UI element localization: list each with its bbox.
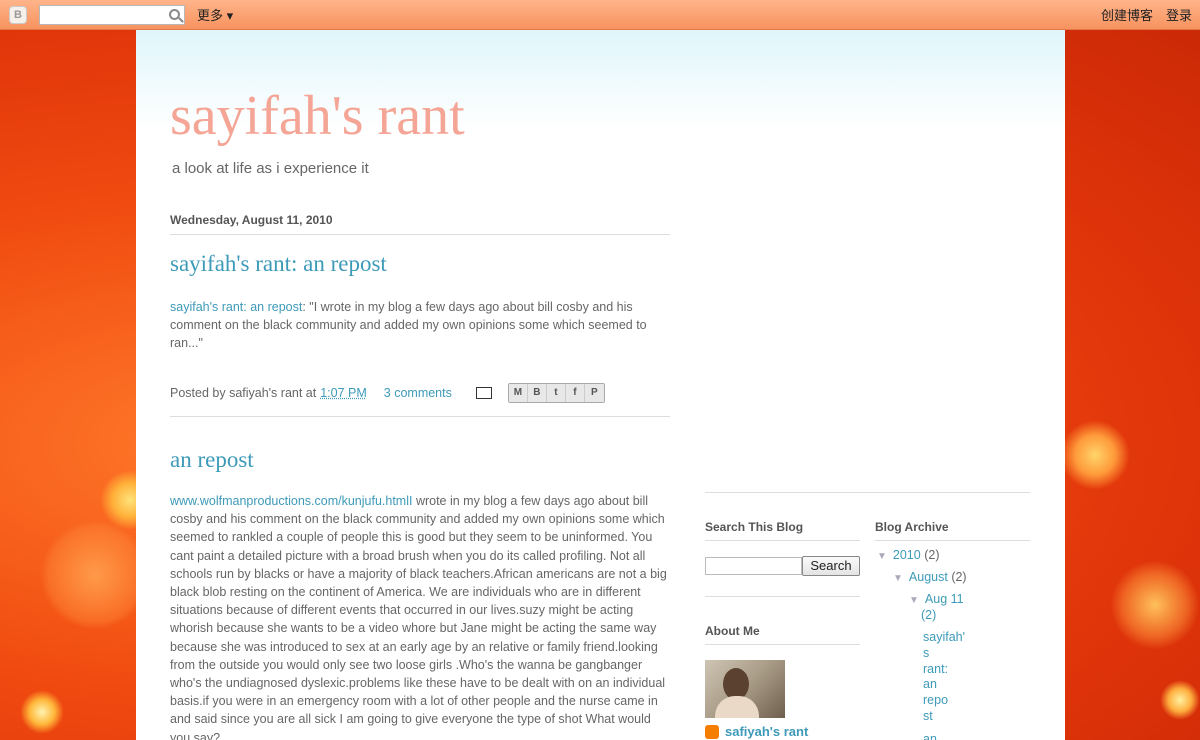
bokeh-light [40,520,150,630]
sidebar-search-input[interactable] [705,557,802,575]
bokeh-light [20,690,64,734]
twitter-share-icon[interactable]: t [546,383,566,402]
post-body-link[interactable]: sayifah's rant: an repost [170,300,302,314]
blog-content: sayifah's rant a look at life as i exper… [136,30,1065,740]
top-navbar: B 更多 ▾ 创建博客 登录 [0,0,1200,30]
archive-day-label[interactable]: Aug 11 [925,592,964,606]
sidebar-divider [705,492,1030,493]
archive-year-label[interactable]: 2010 [893,548,921,562]
bokeh-light [1110,560,1200,650]
avatar-body [715,696,759,718]
bokeh-light [1060,420,1130,490]
blog-title[interactable]: sayifah's rant [170,84,465,148]
post-time-link[interactable]: 1:07 PM [320,386,367,400]
email-share-icon[interactable]: M [508,383,528,402]
search-button[interactable]: Search [802,556,860,576]
archive-post-line[interactable]: repo [923,693,965,709]
posted-by-label: Posted by safiyah's rant at [170,385,317,400]
archive-post-link-2[interactable]: an [923,732,937,740]
blog-description: a look at life as i experience it [172,160,369,177]
archive-month[interactable]: ▼ August (2) [893,570,967,584]
archive-year-count: (2) [924,548,940,562]
post-title[interactable]: an repost [170,447,670,473]
search-widget-title: Search This Blog [705,520,860,541]
archive-day[interactable]: ▼ Aug 11 [909,592,964,606]
archive-month-label[interactable]: August [909,570,948,584]
post-body-link[interactable]: www.wolfmanproductions.com/kunjufu.htmlI [170,494,412,508]
archive-day-count: (2) [921,608,937,622]
share-buttons: M B t f P [507,382,605,403]
date-header: Wednesday, August 11, 2010 [170,213,670,235]
archive-post-line[interactable]: an [923,677,965,693]
archive-post-line[interactable]: rant: [923,662,965,678]
pinterest-share-icon[interactable]: P [584,383,604,402]
navbar-search-input[interactable] [39,4,185,25]
archive-post-link[interactable]: sayifah' s rant: an repo st [923,630,965,725]
bokeh-light [1160,680,1200,720]
blogger-logo-icon[interactable]: B [9,5,27,24]
triangle-down-icon[interactable]: ▼ [877,551,887,562]
archive-year[interactable]: ▼ 2010 (2) [877,548,939,562]
post-title[interactable]: sayifah's rant: an repost [170,251,670,277]
widget-divider [705,596,860,597]
profile-avatar[interactable] [705,660,785,718]
archive-post-line[interactable]: sayifah' [923,630,965,646]
profile-name[interactable]: safiyah's rant [705,724,808,739]
create-blog-link[interactable]: 创建博客 [1101,5,1153,24]
email-post-icon[interactable] [475,386,492,399]
blog-archive-title: Blog Archive [875,520,1030,541]
archive-month-count: (2) [951,570,967,584]
archive-post-line[interactable]: st [923,709,965,725]
post-body-text: wrote in my blog a few days ago about bi… [170,494,667,740]
about-me-title: About Me [705,624,860,645]
blogger-icon [705,724,719,739]
blogthis-icon[interactable]: B [527,383,547,402]
main-column: Wednesday, August 11, 2010 sayifah's ran… [170,213,670,740]
login-link[interactable]: 登录 [1166,5,1192,24]
post-body: sayifah's rant: an repost: "I wrote in m… [170,298,670,352]
profile-name-label[interactable]: safiyah's rant [725,724,808,739]
post-body: www.wolfmanproductions.com/kunjufu.htmlI… [170,492,670,740]
comments-link[interactable]: 3 comments [384,386,452,400]
archive-post-line[interactable]: s [923,646,965,662]
more-menu[interactable]: 更多 ▾ [197,5,233,24]
facebook-share-icon[interactable]: f [565,383,585,402]
search-icon[interactable] [169,8,180,20]
post-footer: Posted by safiyah's rant at 1:07 PM 3 co… [170,379,670,417]
triangle-down-icon[interactable]: ▼ [893,573,903,584]
triangle-down-icon[interactable]: ▼ [909,595,919,606]
